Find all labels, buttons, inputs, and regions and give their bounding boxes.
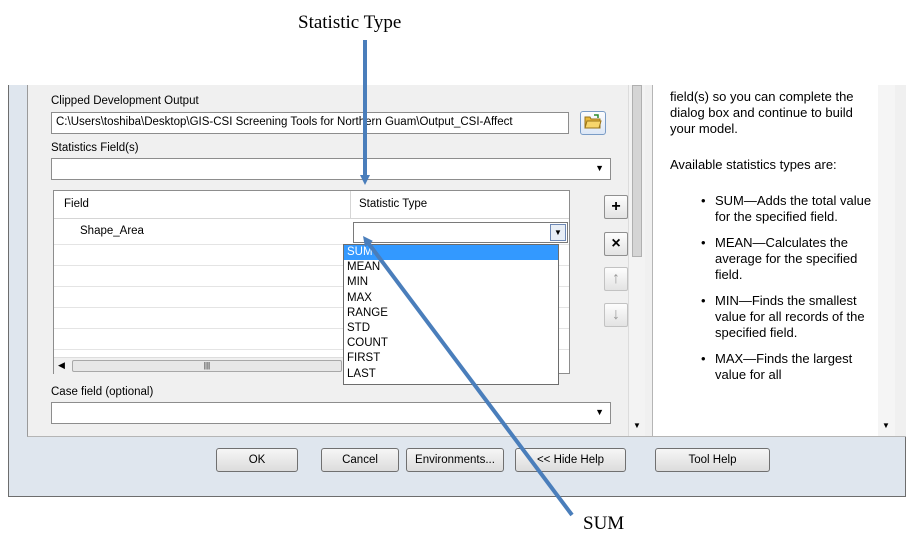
statistics-field-label: Statistics Field(s) (51, 142, 139, 154)
tool-help-button[interactable]: Tool Help (655, 448, 770, 472)
dropdown-option-sum[interactable]: SUM (344, 245, 558, 261)
scroll-down-icon[interactable]: ▼ (882, 421, 890, 430)
dropdown-option-min[interactable]: MIN (344, 275, 558, 290)
dropdown-option-last[interactable]: LAST (344, 367, 558, 382)
ok-button[interactable]: OK (216, 448, 298, 472)
chevron-down-icon[interactable]: ▼ (595, 163, 604, 173)
column-header-statistic-type: Statistic Type (359, 198, 428, 210)
dropdown-option-count[interactable]: COUNT (344, 336, 558, 351)
cancel-button[interactable]: Cancel (321, 448, 399, 472)
dropdown-option-max[interactable]: MAX (344, 291, 558, 306)
scroll-left-icon[interactable]: ◀ (58, 360, 65, 371)
statistic-type-combobox[interactable]: ▼ (353, 222, 568, 243)
help-list-item: MEAN—Calculates the average for the spec… (701, 235, 885, 283)
case-field-label: Case field (optional) (51, 386, 154, 398)
statistic-type-annotation: Statistic Type (298, 12, 402, 33)
browse-folder-button[interactable] (580, 111, 606, 135)
dropdown-option-range[interactable]: RANGE (344, 306, 558, 321)
remove-row-button[interactable]: × (604, 232, 628, 256)
help-list-item: MAX—Finds the largest value for all (701, 351, 885, 383)
scroll-down-icon[interactable]: ▼ (633, 421, 641, 430)
plus-icon: + (611, 198, 621, 215)
scroll-thumb[interactable] (632, 85, 642, 257)
chevron-down-icon[interactable]: ▼ (595, 407, 604, 417)
sum-annotation: SUM (583, 513, 625, 534)
hide-help-button[interactable]: << Hide Help (515, 448, 626, 472)
grid-horizontal-scrollbar[interactable]: ◀ ||| (54, 357, 359, 374)
form-vertical-scrollbar[interactable]: ▼ (628, 85, 645, 436)
scroll-thumb[interactable]: ||| (72, 360, 342, 372)
help-intro: field(s) so you can complete the dialog … (670, 89, 854, 136)
help-panel: field(s) so you can complete the dialog … (652, 85, 895, 436)
help-list-item: MIN—Finds the smallest value for all rec… (701, 293, 885, 341)
move-up-button[interactable]: ↑ (604, 267, 628, 291)
arrow-up-icon: ↑ (612, 270, 620, 287)
output-label: Clipped Development Output (51, 95, 199, 107)
statistics-field-combobox[interactable]: ▼ (51, 158, 611, 180)
help-vertical-scrollbar[interactable]: ▼ (878, 85, 895, 436)
help-available-heading: Available statistics types are: (670, 157, 837, 172)
grid-header: Field Statistic Type (54, 191, 569, 219)
help-list-item: SUM—Adds the total value for the specifi… (701, 193, 885, 225)
case-field-combobox[interactable]: ▼ (51, 402, 611, 424)
move-down-button[interactable]: ↓ (604, 303, 628, 327)
grid-cell-field[interactable]: Shape_Area (80, 225, 144, 237)
environments-button[interactable]: Environments... (406, 448, 504, 472)
statistic-type-dropdown-list[interactable]: SUM MEAN MIN MAX RANGE STD COUNT FIRST LAST (343, 244, 559, 385)
close-icon: × (611, 235, 621, 252)
add-row-button[interactable]: + (604, 195, 628, 219)
dropdown-arrow-icon[interactable]: ▼ (550, 224, 566, 241)
folder-icon (584, 114, 602, 132)
dropdown-option-std[interactable]: STD (344, 321, 558, 336)
help-list: SUM—Adds the total value for the specifi… (701, 193, 885, 393)
output-path-input[interactable]: C:\Users\toshiba\Desktop\GIS-CSI Screeni… (51, 112, 569, 134)
column-header-field: Field (64, 198, 89, 210)
arrow-down-icon: ↓ (612, 306, 620, 323)
dropdown-option-first[interactable]: FIRST (344, 351, 558, 366)
dropdown-option-mean[interactable]: MEAN (344, 260, 558, 275)
